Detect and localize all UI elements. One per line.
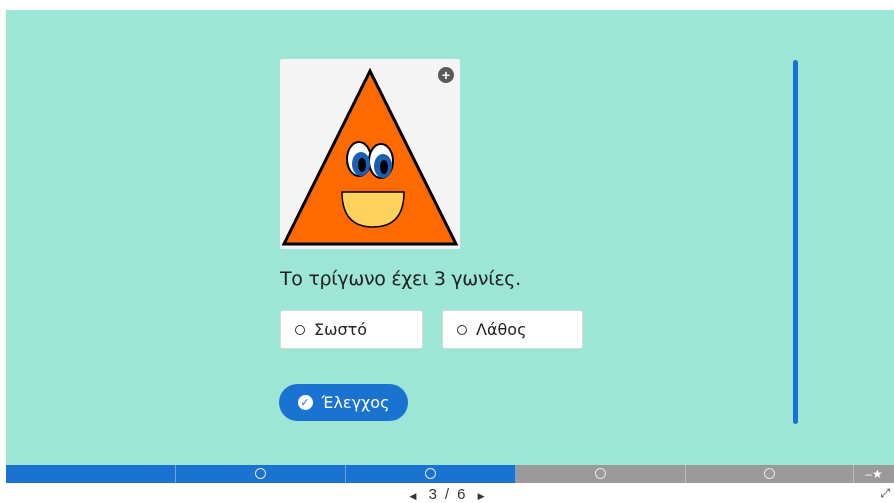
radio-icon — [457, 324, 467, 335]
progress-dot-icon — [424, 468, 436, 479]
pager: ◀ 3 / 6 ▶ — [0, 486, 894, 503]
prev-arrow-icon[interactable]: ◀ — [409, 491, 416, 501]
scrollbar[interactable] — [793, 60, 798, 424]
check-button-label: Έλεγχος — [321, 393, 390, 412]
progress-bar — [6, 465, 894, 483]
progress-dot-icon — [254, 468, 266, 479]
activity-stage: + Το τρίγωνο έχει 3 γωνίες. Σωστό Λάθος … — [6, 10, 894, 465]
page-separator: / — [444, 486, 450, 503]
radio-icon — [295, 324, 305, 335]
shape-image: + — [280, 59, 460, 249]
progress-segment-3[interactable] — [346, 465, 516, 483]
progress-segment-1[interactable] — [6, 465, 176, 483]
option-true-label: Σωστό — [314, 320, 368, 339]
option-false[interactable]: Λάθος — [442, 310, 583, 349]
page-current: 3 — [428, 486, 437, 503]
check-circle-icon: ✓ — [297, 395, 313, 410]
page-total: 6 — [457, 486, 466, 503]
progress-dot-icon — [763, 468, 775, 479]
progress-segment-4[interactable] — [516, 465, 686, 483]
zoom-image-button[interactable]: + — [438, 67, 454, 83]
progress-segment-5[interactable] — [686, 465, 854, 483]
question-text: Το τρίγωνο έχει 3 γωνίες. — [280, 268, 521, 290]
next-arrow-icon[interactable]: ▶ — [478, 491, 485, 501]
triangle-face-image — [281, 67, 459, 246]
check-button[interactable]: ✓ Έλεγχος — [279, 384, 408, 421]
option-true[interactable]: Σωστό — [280, 310, 423, 349]
star-icon[interactable]: –★ — [854, 465, 894, 483]
fullscreen-icon[interactable]: ⤢ — [880, 486, 890, 501]
progress-dot-icon — [594, 468, 606, 479]
progress-segment-2[interactable] — [176, 465, 346, 483]
option-false-label: Λάθος — [476, 320, 527, 339]
